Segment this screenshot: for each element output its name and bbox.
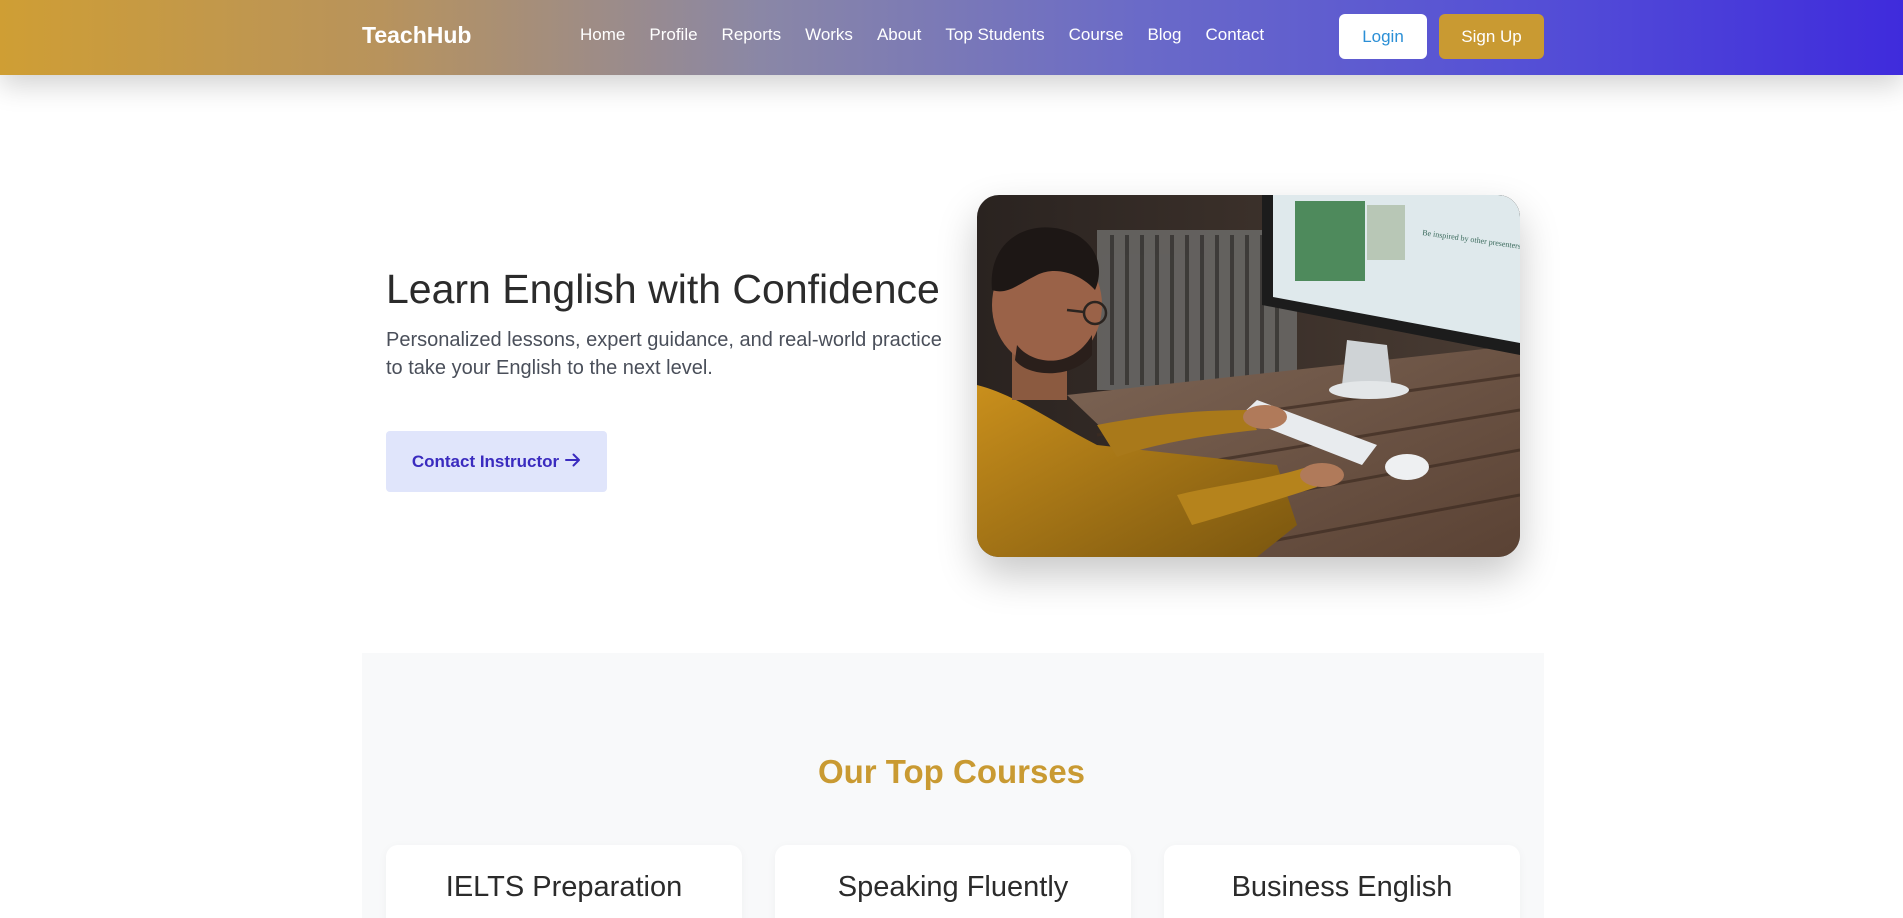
courses-heading: Our Top Courses	[817, 753, 1086, 790]
contact-instructor-button[interactable]: Contact Instructor	[386, 431, 607, 492]
course-card-title: Speaking Fluently	[837, 871, 1069, 903]
course-card-business[interactable]: Business English	[1164, 845, 1520, 918]
top-navbar: TeachHub Home Profile Reports Works Abou…	[0, 0, 1903, 75]
nav-link-reports[interactable]: Reports	[722, 25, 782, 45]
nav-link-about[interactable]: About	[877, 25, 921, 45]
nav-link-blog[interactable]: Blog	[1147, 25, 1181, 45]
brand-logo[interactable]: TeachHub	[362, 22, 471, 49]
course-card-title: Business English	[1231, 871, 1453, 903]
nav-link-contact[interactable]: Contact	[1205, 25, 1264, 45]
nav-link-profile[interactable]: Profile	[649, 25, 697, 45]
course-card-title: IELTS Preparation	[445, 871, 683, 903]
course-card-speaking[interactable]: Speaking Fluently	[775, 845, 1131, 918]
arrow-right-icon	[565, 452, 581, 472]
main-nav: Home Profile Reports Works About Top Stu…	[580, 25, 1288, 45]
nav-link-home[interactable]: Home	[580, 25, 625, 45]
contact-instructor-label: Contact Instructor	[411, 451, 560, 471]
signup-button[interactable]: Sign Up	[1439, 14, 1544, 59]
nav-link-course[interactable]: Course	[1069, 25, 1124, 45]
nav-link-top-students[interactable]: Top Students	[945, 25, 1044, 45]
course-card-ielts[interactable]: IELTS Preparation	[386, 845, 742, 918]
hero-subtitle: Personalized lessons, expert guidance, a…	[386, 329, 942, 379]
nav-link-works[interactable]: Works	[805, 25, 853, 45]
login-button[interactable]: Login	[1339, 14, 1427, 59]
hero-title: Learn English with Confidence	[386, 266, 940, 312]
hero-photo-man-at-computer: Be inspired by other presenters	[977, 195, 1520, 557]
